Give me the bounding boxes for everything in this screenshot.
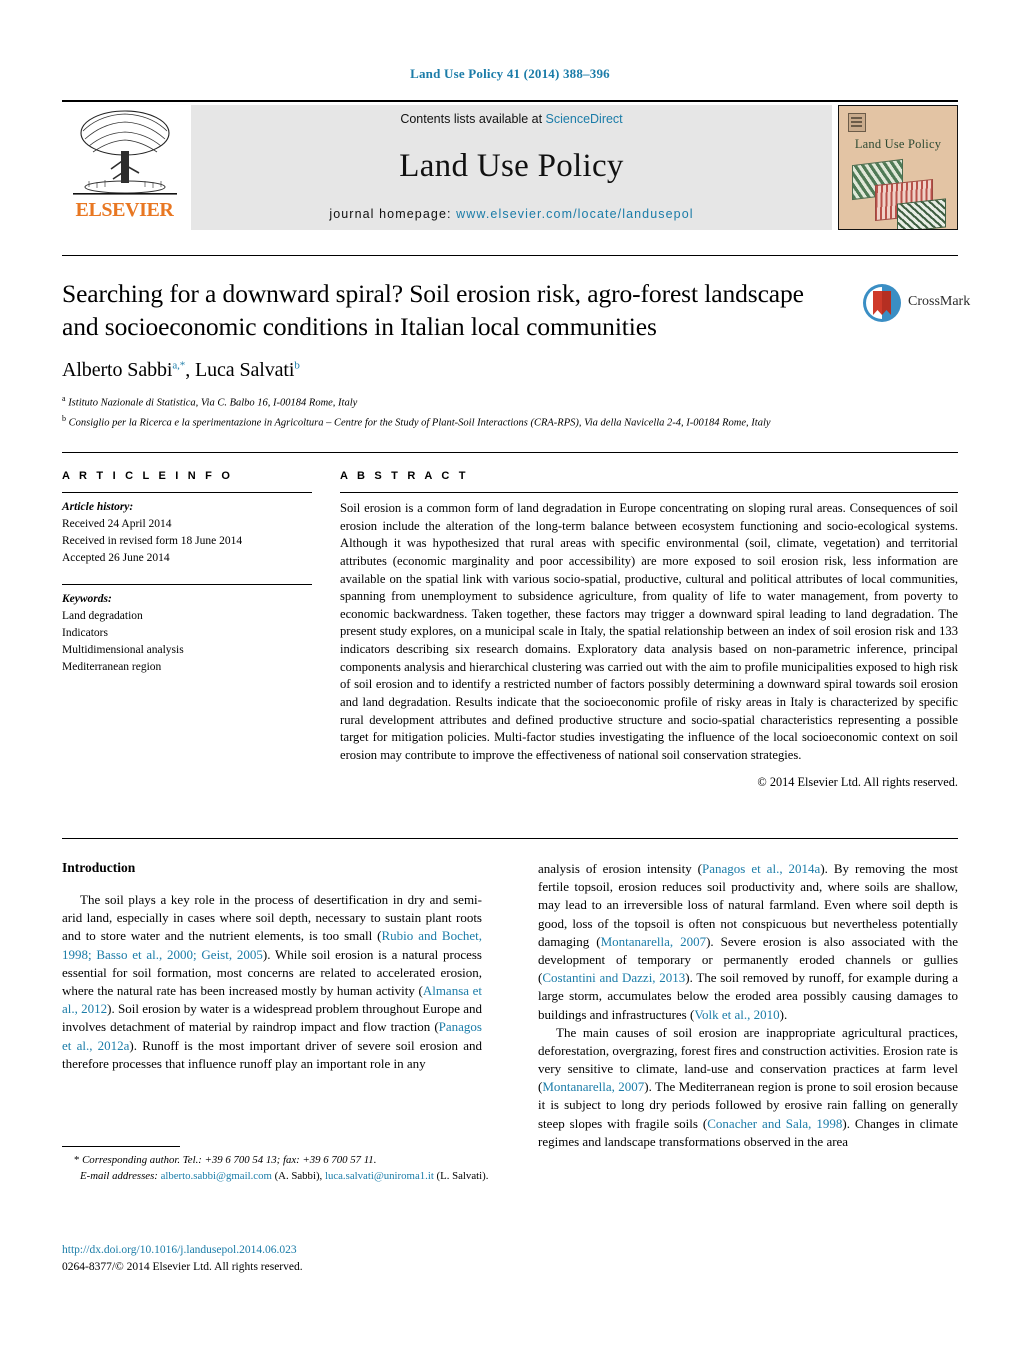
history-item: Received 24 April 2014 [62,518,172,531]
affiliation-b-text: Consiglio per la Ricerca e la sperimenta… [68,417,771,429]
elsevier-logo: ELSEVIER [62,105,187,230]
sciencedirect-link[interactable]: ScienceDirect [546,112,623,126]
history-item: Received in revised form 18 June 2014 [62,535,243,548]
page-title: Searching for a downward spiral? Soil er… [62,279,804,341]
affiliation-marker-b: b [62,413,66,423]
cover-publisher-icon [848,113,866,132]
crossmark-label: CrossMark [908,294,971,309]
body-divider [62,838,958,839]
affiliation-b: b Consiglio per la Ricerca e la sperimen… [62,413,942,431]
cover-photo-village [897,198,946,229]
keywords-block: Keywords: Land degradation Indicators Mu… [62,585,312,676]
intro-paragraph-right-1: analysis of erosion intensity (Panagos e… [538,861,959,1022]
affiliation-a-text: Istituto Nazionale di Statistica, Via C.… [68,397,358,409]
corresponding-author-note: * Corresponding author. Tel.: +39 6 700 … [74,1154,377,1166]
affiliation-a: a Istituto Nazionale di Statistica, Via … [62,393,942,411]
crossmark-icon [863,284,901,322]
article-history-label: Article history: [62,501,134,513]
article-page: Land Use Policy 41 (2014) 388–396 ELSEVI… [0,0,1020,1351]
masthead-center: Contents lists available at ScienceDirec… [191,105,832,230]
contents-line: Contents lists available at ScienceDirec… [400,112,622,126]
keywords-label: Keywords: [62,593,112,606]
crossmark-badge[interactable]: CrossMark [862,283,970,327]
affiliation-marker-a: a [62,394,66,404]
doi-block: http://dx.doi.org/10.1016/j.landusepol.2… [62,1242,502,1275]
keyword-item: Multidimensional analysis [62,644,184,657]
footnote-divider [62,1146,180,1147]
keyword-item: Land degradation [62,610,143,623]
journal-masthead: ELSEVIER Contents lists available at Sci… [62,100,958,230]
intro-paragraph-right-2: The main causes of soil erosion are inap… [538,1024,959,1149]
intro-paragraph-left: The soil plays a key role in the process… [62,892,483,1071]
abstract-text: Soil erosion is a common form of land de… [340,501,958,762]
homepage-prefix: journal homepage: [329,207,457,221]
abstract-heading: A B S T R A C T [340,470,469,482]
abstract-column: A B S T R A C T Soil erosion is a common… [340,470,958,790]
elsevier-wordmark: ELSEVIER [75,199,174,221]
cover-title: Land Use Policy [854,137,942,151]
running-head: Land Use Policy 41 (2014) 388–396 [410,66,610,81]
article-info-column: A R T I C L E I N F O Article history: R… [62,470,312,676]
body-column-right: analysis of erosion intensity (Panagos e… [538,860,958,1220]
history-item: Accepted 26 June 2014 [62,552,170,565]
keyword-item: Indicators [62,627,108,640]
title-block: Searching for a downward spiral? Soil er… [62,278,842,431]
email-addresses-note: E-mail addresses: alberto.sabbi@gmail.co… [80,1169,489,1182]
introduction-heading: Introduction [62,860,136,875]
title-divider [62,255,958,256]
abstract-divider [62,452,958,453]
journal-homepage-line: journal homepage: www.elsevier.com/locat… [329,207,693,221]
issn-copyright-line: 0264-8377/© 2014 Elsevier Ltd. All right… [62,1260,303,1273]
elsevier-tree-icon [72,110,177,195]
article-history: Article history: Received 24 April 2014 … [62,493,312,567]
keyword-item: Mediterranean region [62,661,162,674]
journal-title: Land Use Policy [399,148,624,184]
doi-link[interactable]: http://dx.doi.org/10.1016/j.landusepol.2… [62,1242,502,1259]
author-list: Alberto Sabbia,*, Luca Salvatib [62,359,300,382]
abstract-copyright: © 2014 Elsevier Ltd. All rights reserved… [757,775,958,790]
contents-prefix: Contents lists available at [400,112,546,126]
journal-homepage-link[interactable]: www.elsevier.com/locate/landusepol [456,207,694,221]
article-info-heading: A R T I C L E I N F O [62,470,234,482]
journal-cover-thumbnail: Land Use Policy [838,105,958,230]
footnote-block: * Corresponding author. Tel.: +39 6 700 … [62,1153,502,1184]
